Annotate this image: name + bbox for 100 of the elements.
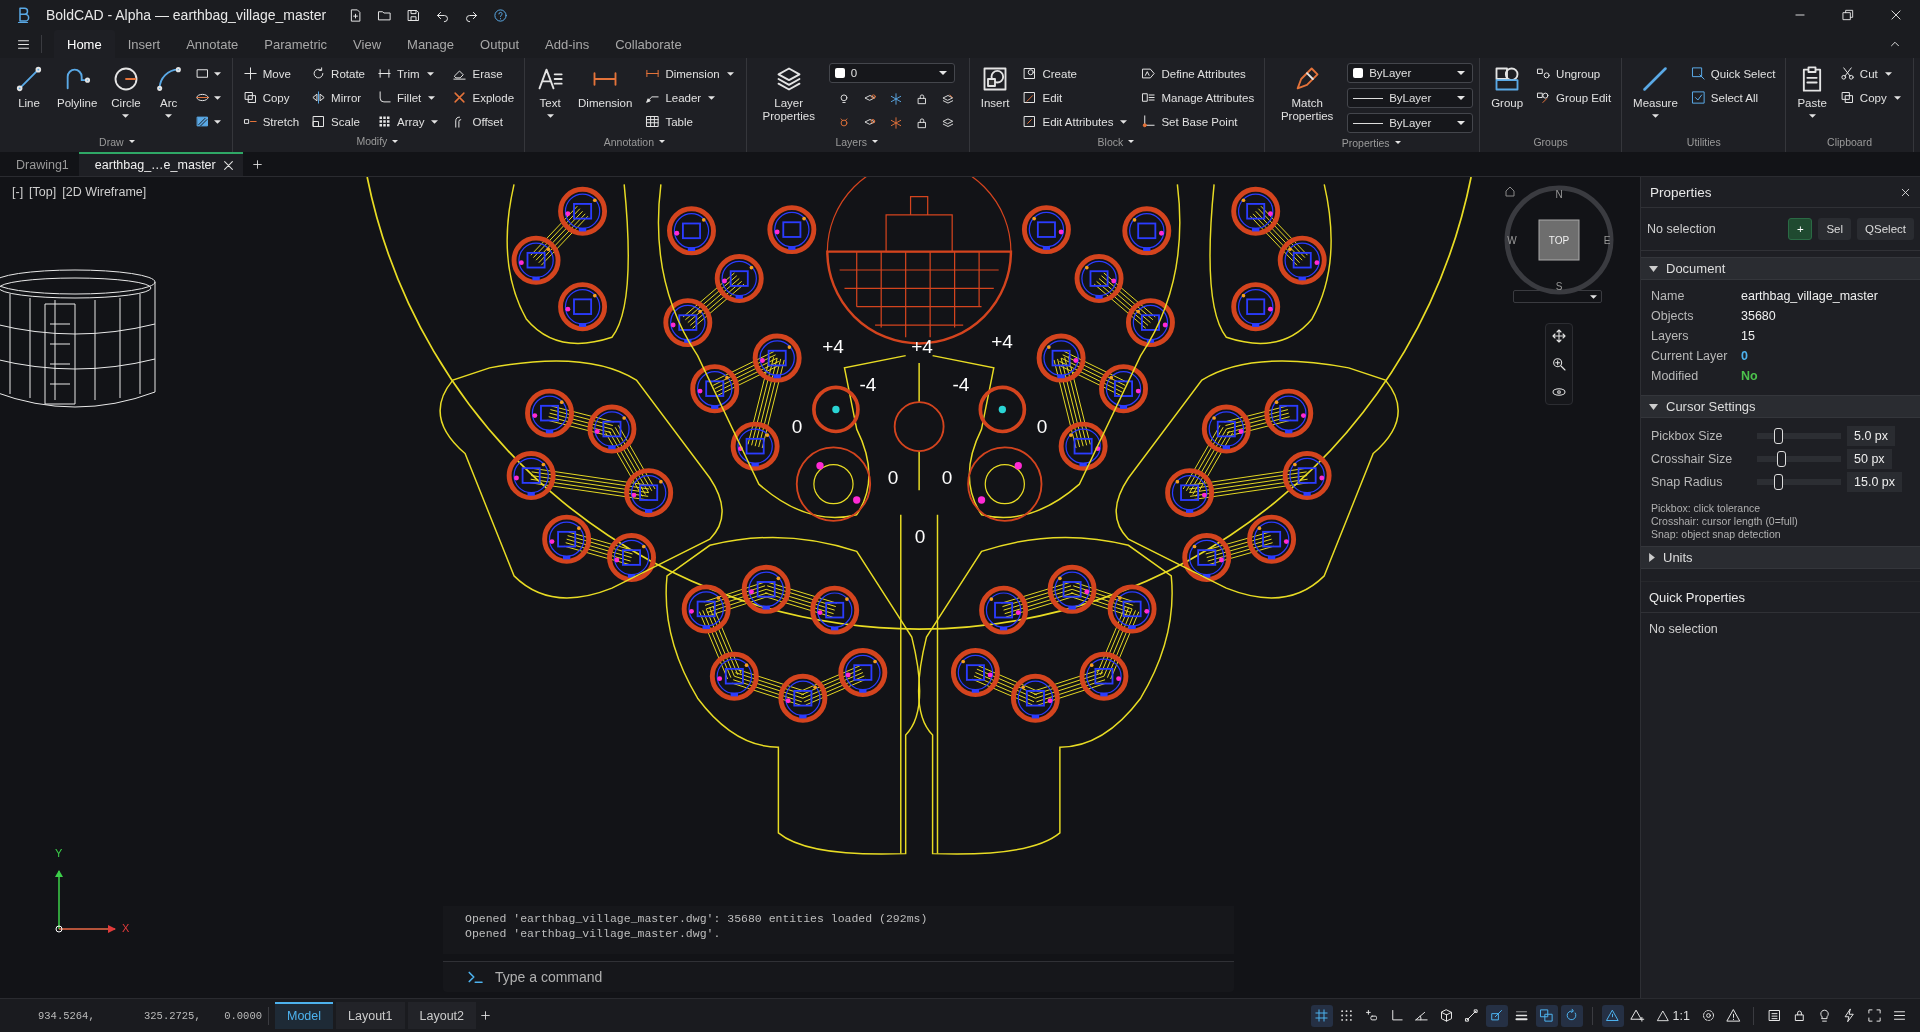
tool-button[interactable]: Array xyxy=(373,110,445,133)
tool-button[interactable]: Erase xyxy=(448,62,519,85)
ribbon-tab[interactable]: Parametric xyxy=(251,31,341,57)
section-header[interactable]: Units xyxy=(1641,546,1920,569)
home-icon[interactable] xyxy=(1505,186,1515,197)
caret-icon[interactable] xyxy=(659,140,665,143)
tool-button[interactable]: Quick Select xyxy=(1686,62,1780,85)
dropdown[interactable]: ByLayer xyxy=(1347,113,1474,133)
tool-button[interactable]: Copy xyxy=(1835,86,1907,109)
cycle-toggle[interactable] xyxy=(1560,1004,1583,1027)
overlap-toggle[interactable] xyxy=(1535,1004,1558,1027)
fullscreen-icon[interactable] xyxy=(1866,1008,1882,1023)
menu-icon[interactable] xyxy=(1891,1008,1907,1023)
tool-button[interactable]: Copy xyxy=(238,86,304,109)
triangle-toggle[interactable] xyxy=(1601,1004,1624,1027)
save-icon[interactable] xyxy=(406,7,422,23)
tool-button[interactable]: Text xyxy=(531,62,570,134)
section-header[interactable]: Cursor Settings xyxy=(1641,395,1920,418)
tool-button[interactable]: Insert xyxy=(975,62,1015,134)
dropdown[interactable]: ByLayer xyxy=(1347,88,1474,108)
viewport-control[interactable]: [-] xyxy=(12,185,24,199)
grid-toggle[interactable] xyxy=(1310,1004,1333,1027)
tool-button[interactable]: Group xyxy=(1486,62,1529,134)
section-header[interactable]: Document xyxy=(1641,257,1920,280)
tool-button[interactable]: Trim xyxy=(373,62,445,85)
tool-button[interactable]: Group Edit xyxy=(1532,86,1616,109)
zoom-icon[interactable] xyxy=(1551,356,1567,372)
ribbon-tab[interactable]: Home xyxy=(54,30,115,58)
tool-button[interactable]: Move xyxy=(238,62,304,85)
ribbon-tab[interactable]: View xyxy=(340,31,395,57)
caret-icon[interactable] xyxy=(1394,141,1401,144)
new-file-icon[interactable] xyxy=(348,7,364,23)
tool-button[interactable]: Dimension xyxy=(641,62,740,85)
field-label: Name xyxy=(1651,289,1686,303)
dropdown[interactable]: 0 xyxy=(828,63,955,83)
warning-icon[interactable] xyxy=(1725,1008,1741,1023)
tool-button[interactable]: Paste xyxy=(1792,62,1832,134)
dropdown[interactable]: ByLayer xyxy=(1347,63,1474,83)
tool-button[interactable]: Leader xyxy=(641,86,740,109)
tool-button[interactable]: Line xyxy=(10,62,48,134)
document-tab[interactable]: earthbag_…e_master xyxy=(78,152,243,176)
caret-icon[interactable] xyxy=(871,140,878,143)
tool-button[interactable]: Stretch xyxy=(238,110,304,133)
tool-button[interactable]: Cut xyxy=(1835,62,1907,85)
tool-button[interactable]: Explode xyxy=(448,86,519,109)
document-tab[interactable]: Drawing1 xyxy=(0,152,79,176)
layout-tab[interactable]: Layout1 xyxy=(336,1002,405,1029)
tool-button[interactable]: Set Base Point xyxy=(1137,110,1259,133)
ribbon-tab[interactable]: Annotate xyxy=(173,31,252,57)
tool-button[interactable]: Offset xyxy=(448,110,519,133)
tool-button[interactable]: Edit Attributes xyxy=(1018,110,1134,133)
caret-icon[interactable] xyxy=(392,139,399,143)
help-icon[interactable] xyxy=(493,7,509,23)
ribbon-tab[interactable]: Collaborate xyxy=(602,31,695,57)
close-icon[interactable] xyxy=(223,160,233,170)
tool-button[interactable]: Match Properties xyxy=(1271,62,1344,134)
tool-button[interactable]: Table xyxy=(641,110,740,133)
slider-thumb[interactable] xyxy=(1774,428,1783,444)
ribbon-tab[interactable]: Insert xyxy=(114,31,174,57)
layout-tab[interactable]: Model xyxy=(275,1002,334,1029)
tool-button[interactable]: Mirror xyxy=(307,86,369,109)
tool-button[interactable]: Create xyxy=(1018,62,1134,85)
tool-button[interactable]: Layer Properties xyxy=(752,62,825,134)
slider-label: Snap Radius xyxy=(1651,475,1724,489)
select-button[interactable]: QSelect xyxy=(1857,218,1914,240)
slider-thumb[interactable] xyxy=(1776,451,1786,467)
tool-button[interactable]: Edit xyxy=(1018,86,1134,109)
select-button[interactable]: Sel xyxy=(1818,218,1852,240)
ribbon-tab[interactable]: Output xyxy=(467,31,533,57)
tool-button[interactable]: Dimension xyxy=(573,62,638,134)
list-icon[interactable] xyxy=(1766,1008,1782,1023)
tool-button[interactable]: Circle xyxy=(106,62,146,134)
caret-icon[interactable] xyxy=(1128,140,1135,143)
caret-icon[interactable] xyxy=(128,140,135,143)
tool-button[interactable]: Manage Attributes xyxy=(1137,86,1259,109)
object-snap-toggle[interactable] xyxy=(1485,1004,1508,1027)
view-cube[interactable] xyxy=(1538,219,1580,261)
plus-icon[interactable] xyxy=(250,157,264,171)
gear-icon[interactable] xyxy=(1700,1008,1716,1023)
slider-thumb[interactable] xyxy=(1774,474,1783,490)
tool-button[interactable]: Fillet xyxy=(373,86,445,109)
tool-button[interactable]: Rotate xyxy=(307,62,369,85)
viewport-control[interactable]: [2D Wireframe] xyxy=(62,185,147,199)
viewport-control[interactable]: [Top] xyxy=(29,185,57,199)
ribbon-tab[interactable]: Manage xyxy=(394,31,468,57)
tool-button[interactable]: Select All xyxy=(1686,86,1780,109)
ribbon-tab[interactable]: Add-ins xyxy=(532,31,603,57)
add-button[interactable]: + xyxy=(1788,218,1813,240)
command-field[interactable]: Type a command xyxy=(443,961,1234,992)
pan-icon[interactable] xyxy=(1551,328,1567,344)
annotation-scale[interactable]: 1:1 xyxy=(1651,1008,1694,1023)
tool-button[interactable]: Arc xyxy=(149,62,188,134)
tool-button[interactable]: Scale xyxy=(307,110,369,133)
tool-button[interactable]: Define Attributes xyxy=(1137,62,1259,85)
tool-button[interactable]: Polyline xyxy=(52,62,103,134)
layout-tab[interactable]: Layout2 xyxy=(407,1002,476,1029)
tool-button[interactable]: Measure xyxy=(1628,62,1683,134)
view-cube-face[interactable]: TOP xyxy=(1548,235,1570,246)
plus-icon[interactable] xyxy=(479,1009,492,1022)
tool-button[interactable]: Ungroup xyxy=(1532,62,1616,85)
